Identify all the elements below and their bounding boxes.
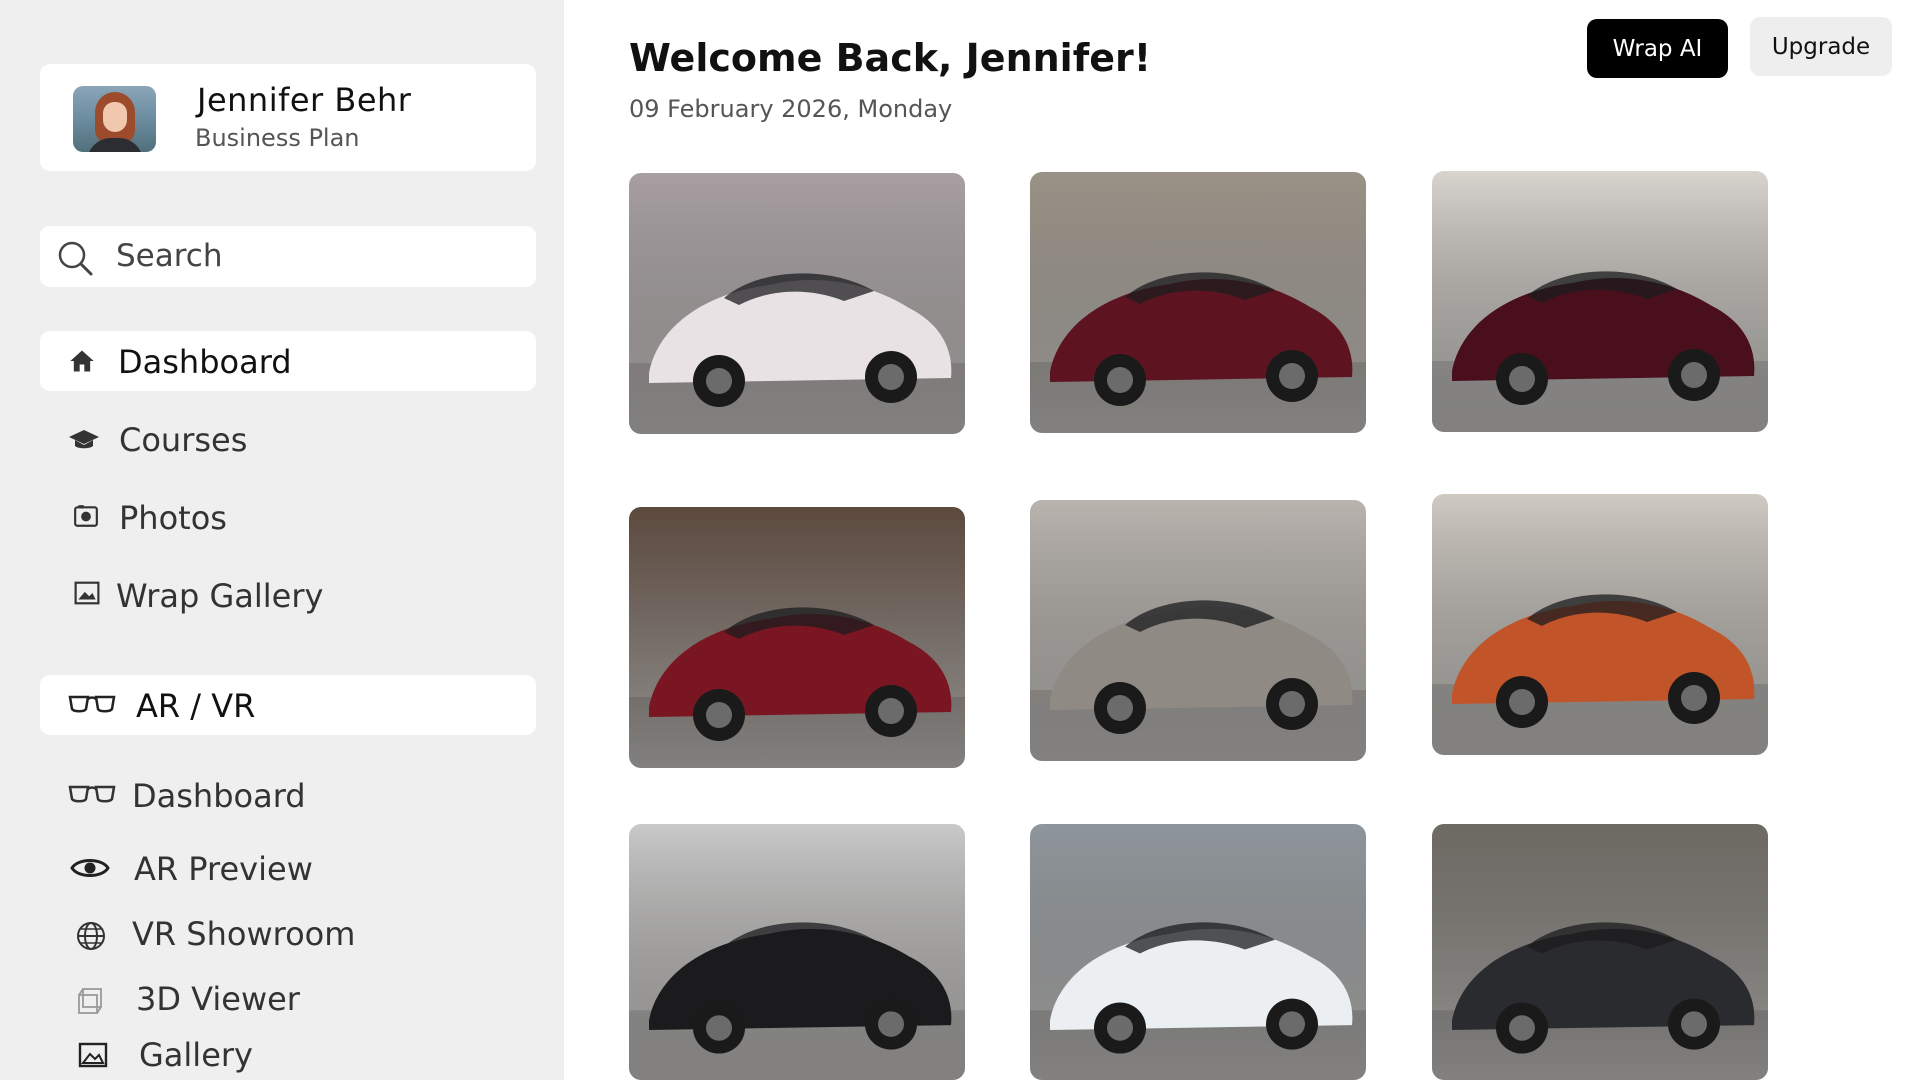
sidebar-item-ar-dashboard[interactable]: Dashboard <box>40 765 536 825</box>
sidebar-item-courses[interactable]: Courses <box>40 409 536 469</box>
white-pink-porsche-photo[interactable] <box>629 173 965 434</box>
graduation-cap-icon <box>69 430 99 449</box>
image-icon <box>74 581 100 605</box>
profile-name: Jennifer Behr <box>197 81 412 119</box>
sidebar-section-ar-vr[interactable]: AR / VR <box>40 675 536 735</box>
sidebar-item-label: Dashboard <box>132 777 306 815</box>
image-icon <box>78 1042 108 1068</box>
black-tesla-cat-ears-photo[interactable] <box>629 824 965 1080</box>
search-icon <box>58 241 93 276</box>
avatar <box>73 86 156 152</box>
sidebar-item-label: Gallery <box>139 1036 253 1074</box>
glasses-icon <box>68 785 116 803</box>
sidebar-item-ar-preview[interactable]: AR Preview <box>40 838 536 898</box>
app-window: Jennifer Behr Business Plan Dashboard Co… <box>0 0 1920 1080</box>
red-bmw-with-cat-photo[interactable] <box>629 507 965 768</box>
sidebar-item-label: VR Showroom <box>132 915 356 953</box>
chrome-tesla-concrete-photo[interactable] <box>1030 500 1366 761</box>
home-icon <box>70 350 94 372</box>
burgundy-ferrari-hotel-photo[interactable] <box>1432 171 1768 432</box>
sidebar-item-label: Dashboard <box>118 343 292 381</box>
sidebar-item-label: Wrap Gallery <box>116 577 324 615</box>
sidebar-item-photos[interactable]: Photos <box>40 487 536 547</box>
sidebar-item-label: Photos <box>119 499 227 537</box>
sidebar-item-gallery[interactable]: Gallery <box>40 1012 536 1074</box>
upgrade-button[interactable]: Upgrade <box>1750 17 1892 76</box>
page-title: Welcome Back, Jennifer! <box>629 36 1152 80</box>
current-date: 09 February 2026, Monday <box>629 95 953 123</box>
sidebar-item-vr-showroom[interactable]: VR Showroom <box>40 903 536 963</box>
profile-card[interactable]: Jennifer Behr Business Plan <box>40 64 536 171</box>
white-car-black-stripes-photo[interactable] <box>1030 824 1366 1080</box>
matte-black-tesla-expo-photo[interactable] <box>1432 824 1768 1080</box>
eye-icon <box>70 859 110 877</box>
search-input[interactable] <box>116 236 516 276</box>
sidebar-item-label: Courses <box>119 421 248 459</box>
main-content: Welcome Back, Jennifer! 09 February 2026… <box>564 0 1920 1080</box>
burgundy-porsche-street-photo[interactable] <box>1030 172 1366 433</box>
profile-plan: Business Plan <box>195 124 360 152</box>
globe-icon <box>77 922 105 950</box>
camera-icon <box>74 505 98 527</box>
search-box[interactable] <box>40 226 536 287</box>
glasses-icon <box>68 695 116 713</box>
aurora-wrapped-van-photo[interactable] <box>1432 494 1768 755</box>
sidebar-item-dashboard[interactable]: Dashboard <box>40 331 536 391</box>
sidebar: Jennifer Behr Business Plan Dashboard Co… <box>0 0 564 1080</box>
wrap-ai-button[interactable]: Wrap AI <box>1587 19 1728 78</box>
sidebar-item-label: AR Preview <box>134 850 313 888</box>
sidebar-item-wrap-gallery[interactable]: Wrap Gallery <box>40 565 536 625</box>
sidebar-item-label: AR / VR <box>136 687 256 725</box>
